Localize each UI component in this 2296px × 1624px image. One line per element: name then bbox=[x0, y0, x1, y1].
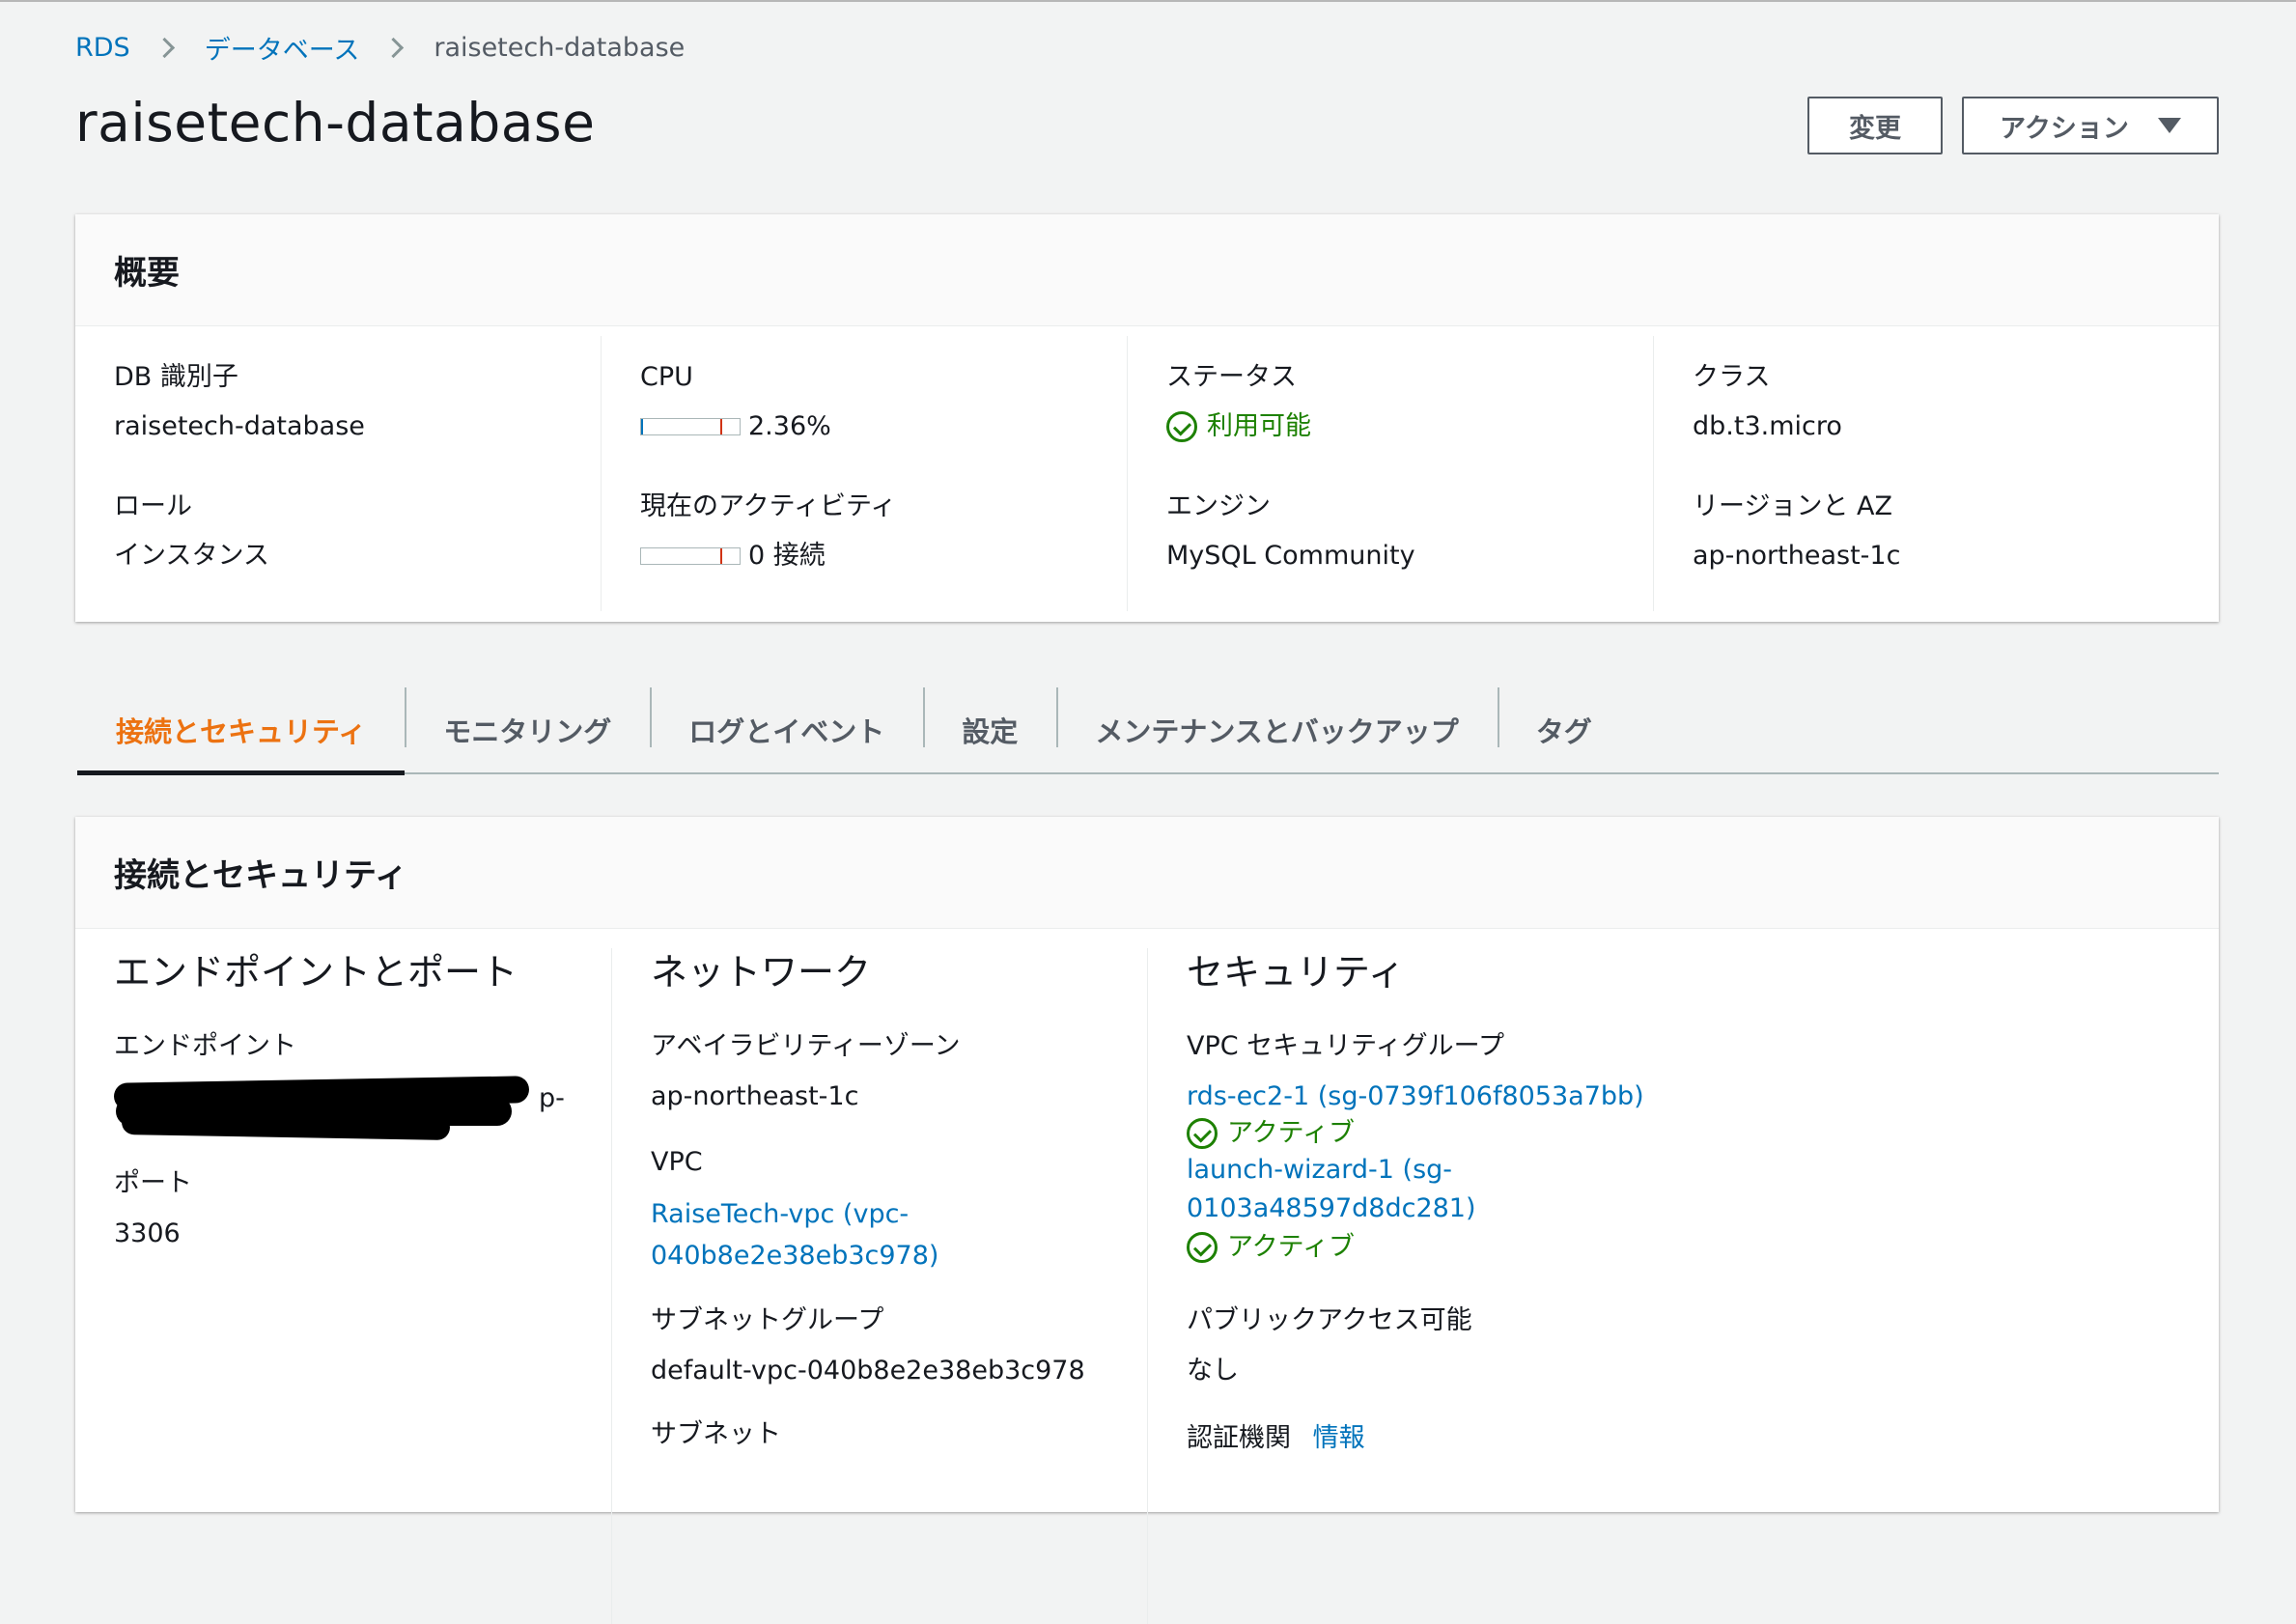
certificate-authority-info-link[interactable]: 情報 bbox=[1313, 1423, 1365, 1453]
breadcrumb: RDS データベース raisetech-database bbox=[75, 29, 685, 67]
status-check-icon bbox=[1187, 1232, 1218, 1263]
security-group-2-line2: 0103a48597d8dc281) bbox=[1187, 1193, 1476, 1223]
activity-bar bbox=[640, 547, 741, 565]
chevron-right-icon bbox=[383, 37, 405, 59]
security-group-2-line1: launch-wizard-1 (sg- bbox=[1187, 1155, 1453, 1185]
role-value: インスタンス bbox=[114, 541, 269, 571]
summary-panel: 概要 DB 識別子 raisetech-database ロール インスタンス … bbox=[75, 214, 2219, 622]
az-label: アベイラビリティーゾーン bbox=[651, 1031, 961, 1061]
detail-tabs: 接続とセキュリティ モニタリング ログとイベント 設定 メンテナンスとバックアッ… bbox=[77, 687, 2219, 775]
subnet-group-label: サブネットグループ bbox=[651, 1305, 884, 1335]
role-label: ロール bbox=[114, 491, 192, 521]
vpc-security-group-label: VPC セキュリティグループ bbox=[1187, 1031, 1504, 1061]
status-check-icon bbox=[1166, 411, 1197, 442]
cpu-value: 2.36% bbox=[640, 410, 1127, 443]
vpc-link-line2: 040b8e2e38eb3c978) bbox=[651, 1241, 939, 1271]
region-az-value: ap-northeast-1c bbox=[1693, 541, 1901, 571]
actions-button-label: アクション bbox=[2000, 113, 2129, 144]
certificate-authority-text: 認証機関 bbox=[1187, 1423, 1291, 1453]
cpu-usage-bar bbox=[640, 418, 741, 435]
endpoint-port-title: エンドポイントとポート bbox=[114, 951, 518, 994]
status-check-icon bbox=[1187, 1118, 1218, 1149]
public-access-value: なし bbox=[1187, 1356, 1239, 1386]
summary-header: 概要 bbox=[75, 214, 2219, 326]
security-group-link-1[interactable]: rds-ec2-1 (sg-0739f106f8053a7bb) bbox=[1187, 1079, 2210, 1114]
chevron-right-icon bbox=[154, 37, 175, 59]
status-value: 利用可能 bbox=[1166, 410, 1653, 443]
summary-col-class: クラス db.t3.micro リージョンと AZ ap-northeast-1… bbox=[1654, 336, 2219, 611]
security-group-link-2[interactable]: launch-wizard-1 (sg- 0103a48597d8dc281) bbox=[1187, 1151, 2210, 1228]
network-title: ネットワーク bbox=[651, 951, 872, 994]
modify-button-label: 変更 bbox=[1849, 113, 1901, 144]
tab-maintenance-backup[interactable]: メンテナンスとバックアップ bbox=[1056, 687, 1497, 772]
summary-col-identifier: DB 識別子 raisetech-database ロール インスタンス bbox=[75, 336, 602, 611]
class-value: db.t3.micro bbox=[1693, 411, 1842, 441]
vpc-link[interactable]: RaiseTech-vpc (vpc- 040b8e2e38eb3c978) bbox=[651, 1193, 1147, 1276]
summary-col-cpu: CPU 2.36% 現在のアクティビティ 0 接続 bbox=[602, 336, 1128, 611]
class-label: クラス bbox=[1693, 362, 1771, 392]
vpc-link-line1: RaiseTech-vpc (vpc- bbox=[651, 1199, 910, 1229]
activity-value: 0 接続 bbox=[640, 540, 1127, 573]
caret-down-icon bbox=[2157, 118, 2181, 133]
az-value: ap-northeast-1c bbox=[651, 1081, 859, 1111]
endpoint-value-redacted: p- bbox=[113, 1074, 568, 1140]
top-border bbox=[0, 0, 2296, 2]
security-title: セキュリティ bbox=[1187, 951, 1405, 994]
tab-monitoring[interactable]: モニタリング bbox=[405, 687, 650, 772]
breadcrumb-databases-link[interactable]: データベース bbox=[205, 29, 360, 67]
security-group-2-status-text: アクティブ bbox=[1227, 1232, 1356, 1262]
page-title: raisetech-database bbox=[75, 92, 596, 154]
activity-label: 現在のアクティビティ bbox=[640, 491, 897, 521]
subnet-label: サブネット bbox=[651, 1419, 781, 1449]
status-label: ステータス bbox=[1166, 362, 1297, 392]
tab-configuration[interactable]: 設定 bbox=[923, 687, 1056, 772]
endpoint-tail: p- bbox=[539, 1083, 565, 1113]
cpu-label: CPU bbox=[640, 362, 693, 392]
endpoint-label: エンドポイント bbox=[114, 1031, 296, 1061]
network-section: ネットワーク アベイラビリティーゾーン ap-northeast-1c VPC … bbox=[612, 948, 1148, 1624]
activity-connections: 0 接続 bbox=[748, 541, 826, 571]
tab-tags[interactable]: タグ bbox=[1497, 687, 1631, 772]
security-group-1-status-text: アクティブ bbox=[1227, 1118, 1356, 1148]
port-label: ポート bbox=[114, 1168, 192, 1198]
db-identifier-label: DB 識別子 bbox=[114, 362, 238, 392]
region-az-label: リージョンと AZ bbox=[1693, 491, 1893, 521]
db-identifier-value: raisetech-database bbox=[114, 411, 365, 441]
endpoint-port-section: エンドポイントとポート エンドポイント p- ポート 3306 bbox=[75, 948, 612, 1624]
subnet-group-value: default-vpc-040b8e2e38eb3c978 bbox=[651, 1356, 1085, 1386]
breadcrumb-rds-link[interactable]: RDS bbox=[75, 33, 130, 63]
port-value: 3306 bbox=[114, 1218, 181, 1248]
security-section: セキュリティ VPC セキュリティグループ rds-ec2-1 (sg-0739… bbox=[1148, 948, 2210, 1624]
public-access-label: パブリックアクセス可能 bbox=[1187, 1305, 1472, 1335]
connectivity-header: 接続とセキュリティ bbox=[75, 817, 2219, 929]
security-group-1-status: アクティブ bbox=[1187, 1116, 2210, 1151]
summary-col-status: ステータス 利用可能 エンジン MySQL Community bbox=[1128, 336, 1654, 611]
actions-dropdown-button[interactable]: アクション bbox=[1962, 97, 2219, 154]
vpc-label: VPC bbox=[651, 1147, 703, 1177]
breadcrumb-current: raisetech-database bbox=[434, 33, 686, 63]
engine-label: エンジン bbox=[1166, 491, 1271, 521]
engine-value: MySQL Community bbox=[1166, 541, 1415, 571]
cpu-percentage: 2.36% bbox=[748, 411, 831, 441]
connectivity-panel: 接続とセキュリティ エンドポイントとポート エンドポイント p- ポート 330… bbox=[75, 817, 2219, 1624]
security-group-2-status: アクティブ bbox=[1187, 1230, 2210, 1265]
tab-connectivity-security[interactable]: 接続とセキュリティ bbox=[77, 687, 406, 775]
modify-button[interactable]: 変更 bbox=[1807, 97, 1943, 154]
status-text: 利用可能 bbox=[1207, 411, 1311, 441]
certificate-authority-label: 認証機関 情報 bbox=[1187, 1421, 2210, 1456]
tab-logs-events[interactable]: ログとイベント bbox=[650, 687, 923, 772]
